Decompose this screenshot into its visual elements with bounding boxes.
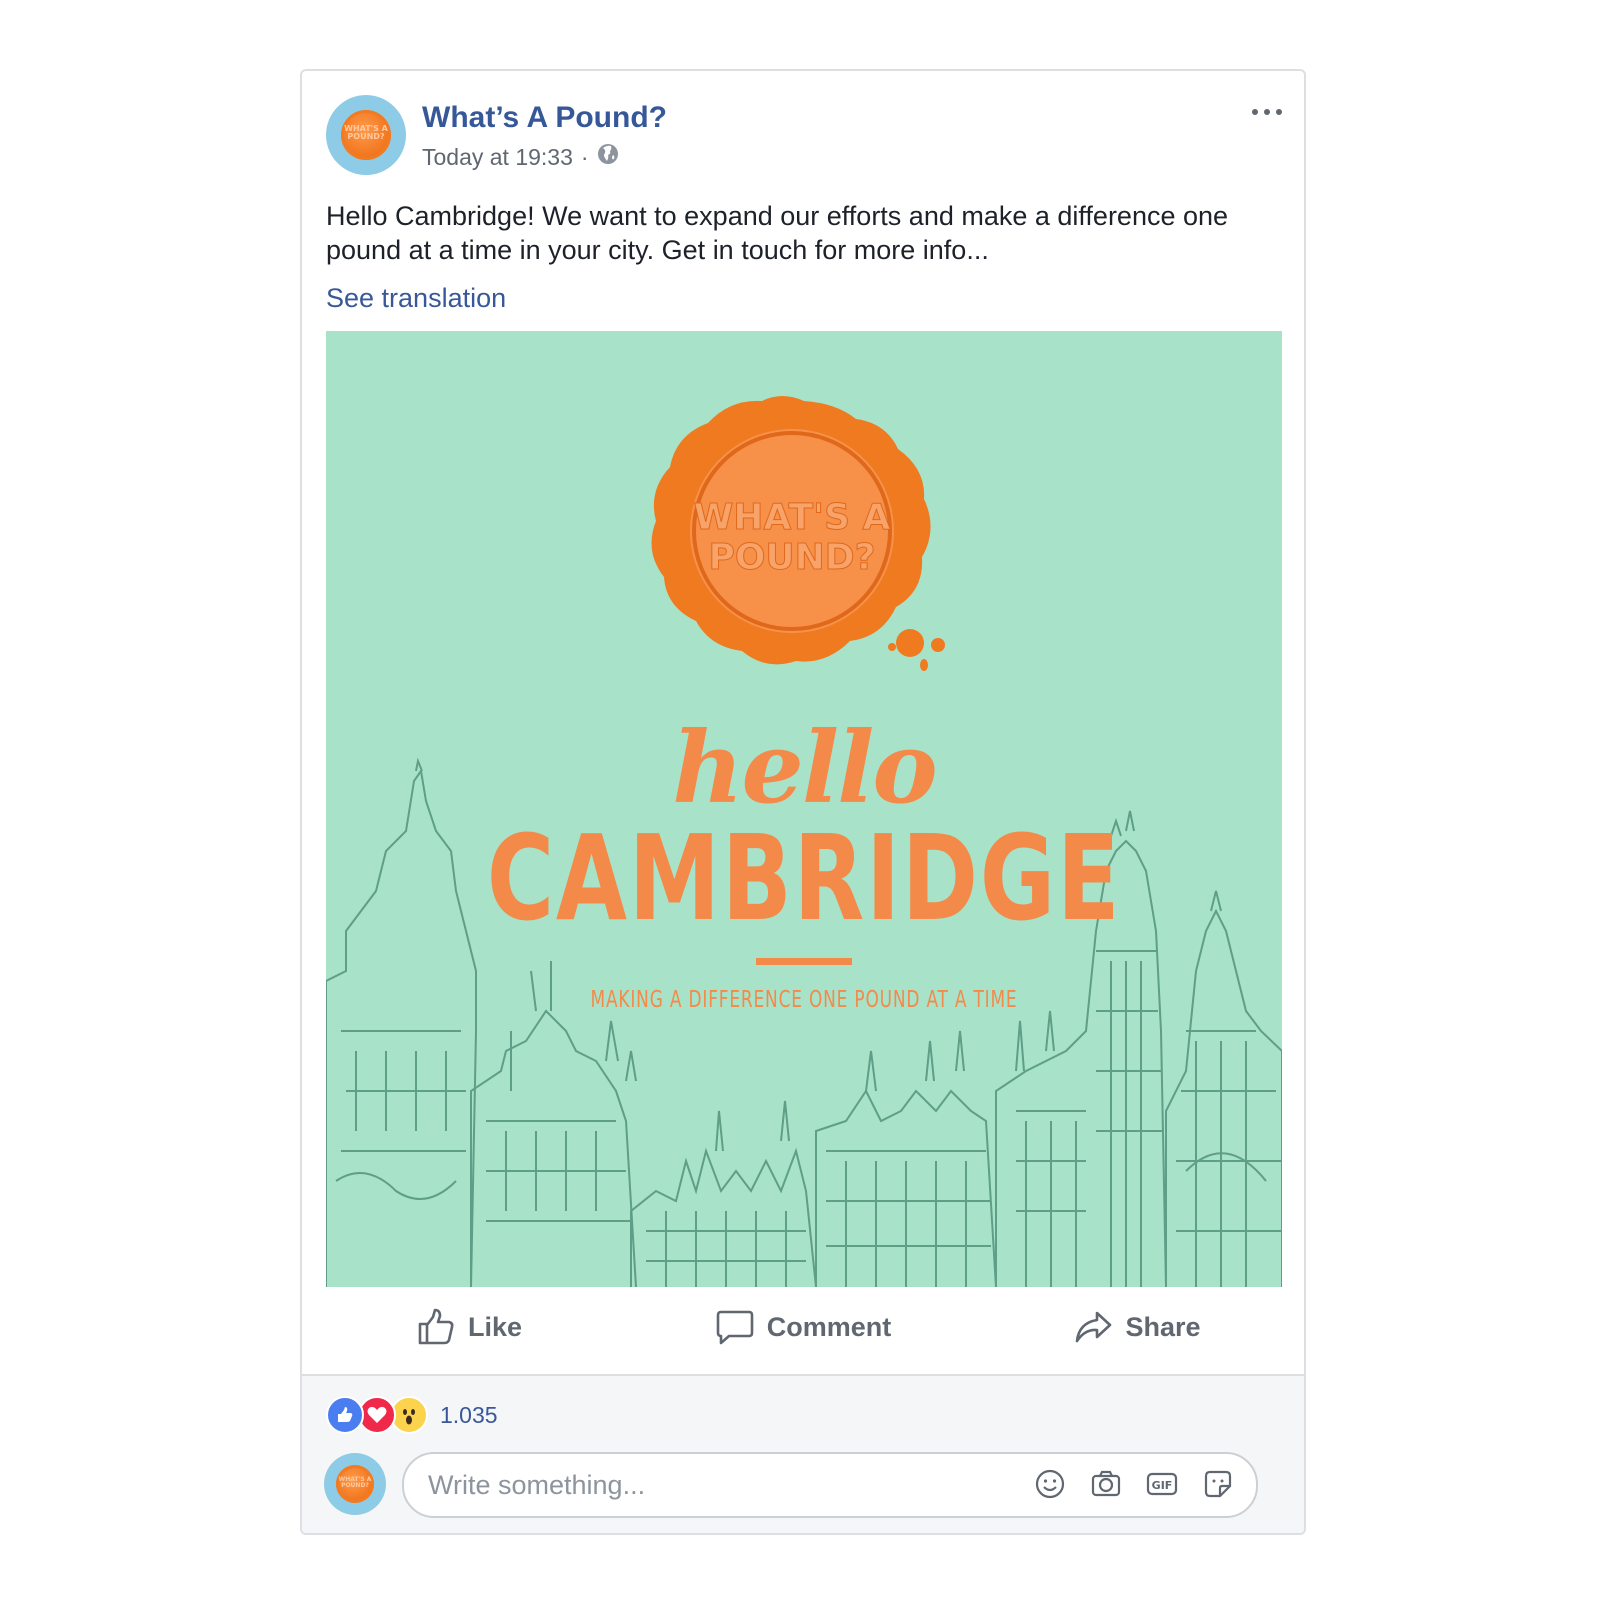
share-icon (1076, 1311, 1112, 1343)
gif-icon[interactable]: GIF (1146, 1468, 1178, 1500)
commenter-avatar: WHAT'S A POUND? (324, 1453, 386, 1515)
emoji-icon[interactable] (1034, 1468, 1066, 1500)
comment-icon (716, 1310, 754, 1345)
see-translation-link[interactable]: See translation (326, 283, 506, 314)
share-label: Share (1125, 1311, 1201, 1342)
camera-icon[interactable] (1090, 1468, 1122, 1500)
image-tagline: MAKING A DIFFERENCE ONE POUND AT A TIME (590, 987, 1018, 1013)
commenter-avatar-logo-text: WHAT'S A POUND? (336, 1476, 374, 1490)
post-actions: Like Comment Share (302, 1287, 1304, 1367)
like-reaction-icon (326, 1396, 364, 1434)
post-card: WHAT'S A POUND? What’s A Pound? Today at… (300, 69, 1306, 1535)
thumbs-up-icon (418, 1308, 454, 1345)
image-divider (756, 958, 852, 965)
reaction-count[interactable]: 1.035 (440, 1402, 498, 1429)
post-timestamp[interactable]: Today at 19:33 (422, 144, 573, 171)
avatar-logo-text: WHAT'S A POUND? (341, 124, 391, 142)
more-options-button[interactable] (1252, 97, 1282, 127)
sticker-icon[interactable] (1202, 1468, 1234, 1500)
seal-text-line2: POUND? (708, 537, 875, 578)
seal-text-line1: WHAT'S A (694, 497, 891, 538)
globe-icon[interactable] (597, 143, 619, 171)
more-dot-icon (1252, 109, 1258, 115)
like-label: Like (467, 1311, 523, 1342)
comment-label: Comment (766, 1311, 892, 1342)
post-footer: 1.035 WHAT'S A POUND? GIF (302, 1374, 1304, 1533)
wax-seal-logo: WHAT'S A POUND? (651, 396, 945, 671)
comment-button[interactable]: Comment (636, 1287, 970, 1367)
avatar-logo-line2: POUND? (347, 132, 385, 142)
comment-composer[interactable]: GIF (402, 1452, 1258, 1518)
post-text: Hello Cambridge! We want to expand our e… (326, 201, 1229, 265)
seal-logo-icon: WHAT'S A POUND? (341, 110, 391, 160)
more-dot-icon (1276, 109, 1282, 115)
commenter-avatar-logo-line2: POUND? (341, 1482, 369, 1490)
svg-text:GIF: GIF (1152, 1479, 1173, 1492)
page-avatar[interactable]: WHAT'S A POUND? (326, 95, 406, 175)
reactions-summary[interactable]: 1.035 (326, 1396, 498, 1434)
post-image[interactable]: WHAT'S A POUND? hello CAMBRIDGE MAKING A… (326, 331, 1282, 1287)
seal-logo-icon: WHAT'S A POUND? (336, 1465, 374, 1503)
composer-icons: GIF (1034, 1468, 1234, 1500)
share-button[interactable]: Share (970, 1287, 1304, 1367)
page-name-link[interactable]: What’s A Pound? (422, 101, 667, 135)
like-button[interactable]: Like (302, 1287, 636, 1367)
post-meta: Today at 19:33 · (422, 143, 619, 171)
image-headline: CAMBRIDGE (486, 809, 1122, 947)
more-dot-icon (1264, 109, 1270, 115)
comment-input[interactable] (426, 1464, 990, 1506)
meta-separator: · (580, 143, 589, 170)
